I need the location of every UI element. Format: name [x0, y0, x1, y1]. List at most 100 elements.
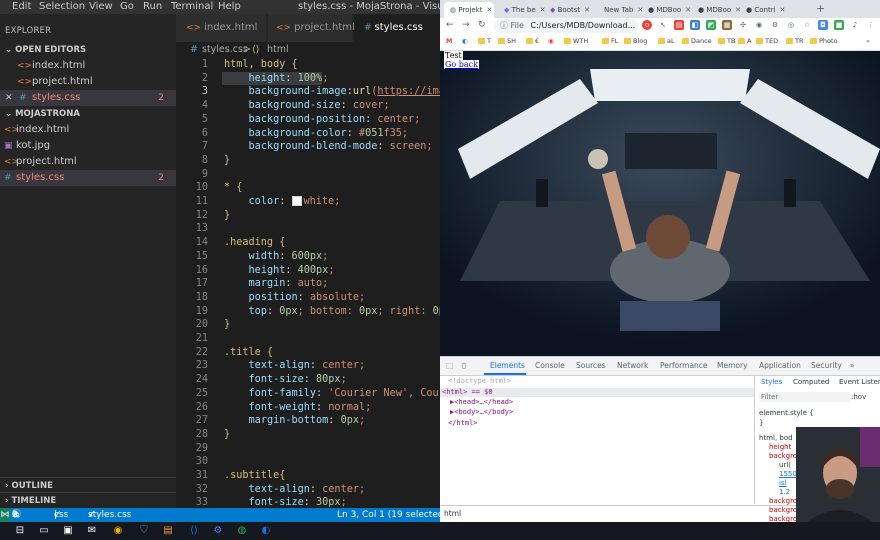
tab-network[interactable]: Network — [617, 361, 648, 370]
tab-event-listeners[interactable]: Event Listen — [839, 378, 880, 386]
project-section[interactable]: ⌄ MOJASTRONA — [0, 106, 176, 122]
browser-tab-2[interactable]: ◆ The be ✕ — [498, 2, 546, 18]
bookmark-red-icon[interactable]: ◉ — [548, 37, 554, 45]
tab-elements[interactable]: Elements — [490, 361, 525, 370]
music-extension-icon[interactable]: ♪ — [850, 20, 860, 30]
star-extension-icon[interactable]: ☆ — [802, 20, 812, 30]
bookmark-folder-2[interactable]: SH — [498, 37, 516, 45]
file-index-html[interactable]: <> index.html — [0, 122, 176, 138]
vscode-taskbar-icon[interactable]: ⟨⟩ — [188, 525, 200, 537]
close-tab-icon[interactable]: ✕ — [780, 6, 786, 14]
menu-terminal[interactable]: Terminal — [171, 1, 213, 12]
open-editor-styles-css[interactable]: ✕ # styles.css 2 — [0, 90, 176, 106]
bookmark-folder-11[interactable]: TED — [756, 37, 778, 45]
tab-application[interactable]: Application — [759, 361, 801, 370]
tab-project-html[interactable]: <> project.html — [268, 14, 355, 42]
tab-styles[interactable]: Styles — [761, 378, 782, 386]
shield-icon[interactable]: ⛉ — [138, 525, 150, 537]
green-app-icon[interactable]: ◍ — [236, 525, 248, 537]
puzzle-extension-icon[interactable]: ✣ — [738, 20, 748, 30]
bookmark-folder-7[interactable]: aL — [658, 37, 675, 45]
go-back-link[interactable]: Go back — [444, 60, 479, 69]
tab-console[interactable]: Console — [535, 361, 565, 370]
hover-state-toggle[interactable]: :hov — [851, 393, 866, 401]
dom-tree[interactable]: <!doctype html> <html> == $0 ▶<head>…</h… — [440, 376, 754, 504]
profile-extension-icon[interactable]: ◘ — [818, 20, 828, 30]
brown-extension-icon[interactable]: ▦ — [722, 20, 732, 30]
css-property[interactable]: backgro — [769, 452, 797, 460]
file-styles-css[interactable]: # styles.css 2 — [0, 170, 176, 186]
bookmark-folder-3[interactable]: € — [526, 37, 539, 45]
camera-extension-icon[interactable]: ◉ — [754, 20, 764, 30]
dom-html-close[interactable]: </html> — [448, 419, 478, 427]
gear-extension-icon[interactable]: ⚙ — [770, 20, 780, 30]
dom-head-node[interactable]: ▶<head>…</head> — [450, 398, 513, 406]
tab-security[interactable]: Security — [811, 361, 842, 370]
tab-sources[interactable]: Sources — [576, 361, 606, 370]
new-tab-button[interactable]: + — [816, 2, 825, 15]
device-toolbar-icon[interactable]: ▯ — [462, 361, 466, 370]
browser-tab-3[interactable]: ◆ Bootst ✕ — [544, 2, 590, 18]
css-check-item[interactable]: ✓ css | — [54, 508, 68, 522]
dom-doctype[interactable]: <!doctype html> — [448, 377, 511, 385]
bookmark-folder-12[interactable]: TR — [786, 37, 804, 45]
gmail-icon[interactable]: M — [446, 37, 452, 45]
css-value-link[interactable]: isl — [779, 479, 787, 487]
bookmark-folder-9[interactable]: TB — [718, 37, 735, 45]
cursor-position[interactable]: Ln 3, Col 1 (19 selected) — [337, 508, 440, 522]
menu-edit[interactable]: Edit — [12, 1, 31, 12]
close-tab-icon[interactable]: ✕ — [487, 6, 493, 14]
bookmark-folder-5[interactable]: FL — [602, 37, 618, 45]
blue-extension-icon[interactable]: ◧ — [690, 20, 700, 30]
eye-extension-icon[interactable]: ◎ — [786, 20, 796, 30]
bookmark-folder-13[interactable]: Photo — [810, 37, 838, 45]
css-value-link[interactable]: 1550 — [779, 470, 797, 478]
forward-icon[interactable]: → — [462, 20, 470, 30]
bookmark-folder-10[interactable]: A — [738, 37, 751, 45]
close-icon[interactable]: ✕ — [5, 90, 13, 106]
tab-styles-css[interactable]: # styles.css — [354, 14, 440, 42]
bookmark-folder-6[interactable]: Blog — [624, 37, 647, 45]
tab-memory[interactable]: Memory — [717, 361, 748, 370]
mail-icon[interactable]: ✉ — [86, 525, 98, 537]
menu-dots-icon[interactable]: ⋮ — [866, 20, 876, 30]
more-bookmarks-icon[interactable]: » — [866, 37, 870, 45]
chrome-taskbar-icon[interactable]: ◉ — [112, 525, 124, 537]
more-tabs-icon[interactable]: » — [850, 361, 855, 370]
timeline-section[interactable]: › TIMELINE — [0, 492, 176, 509]
archive-icon[interactable]: ▤ — [162, 525, 174, 537]
browser-tab-5[interactable]: ● MDBoo ✕ — [642, 2, 691, 18]
task-view-icon[interactable]: ⊟ — [14, 525, 26, 537]
bookmark-icon[interactable]: ◐ — [462, 37, 468, 45]
store-icon[interactable]: ▣ — [62, 525, 74, 537]
remote-icon[interactable]: ⋈ — [0, 508, 10, 522]
breadcrumb-symbol[interactable]: html — [267, 42, 289, 58]
rule-selector[interactable]: html, bod — [759, 434, 793, 442]
browser-tab-6[interactable]: ● MDBoo ✕ — [692, 2, 741, 18]
file-project-html[interactable]: <> project.html — [0, 154, 176, 170]
close-tab-icon[interactable]: ✕ — [685, 6, 691, 14]
back-icon[interactable]: ← — [446, 20, 454, 30]
menu-selection[interactable]: Selection — [39, 1, 85, 12]
bookmark-folder-8[interactable]: Dance — [682, 37, 712, 45]
open-editors-section[interactable]: ⌄ OPEN EDITORS — [0, 42, 176, 58]
address-bar[interactable]: ⓘ File C:/Users/MDB/Download... — [494, 19, 638, 33]
green-extension-icon[interactable]: ◩ — [706, 20, 716, 30]
opera-extension-icon[interactable]: o — [642, 20, 652, 30]
menu-view[interactable]: View — [89, 1, 113, 12]
code-editor[interactable]: 1 2 3 4 5 6 7 8 9 10 11 12 13 14 15 16 17 18 19 20 21 22 23 24 2… — [176, 58, 440, 508]
file-explorer-icon[interactable]: ▭ — [38, 525, 50, 537]
settings-icon[interactable]: ⚙ — [212, 525, 224, 537]
tab-index-html[interactable]: <> index.html — [176, 14, 266, 42]
menu-run[interactable]: Run — [143, 1, 162, 12]
css-property[interactable]: backgro — [769, 497, 797, 505]
tab-performance[interactable]: Performance — [660, 361, 708, 370]
cursor-extension-icon[interactable]: ↖ — [658, 20, 668, 30]
blue-app-icon[interactable]: ◐ — [260, 525, 272, 537]
menu-help[interactable]: Help — [218, 1, 241, 12]
browser-tab-projekt[interactable]: ◍ Projekt ✕ — [444, 2, 494, 18]
green-square-extension-icon[interactable]: ■ — [834, 20, 844, 30]
menu-go[interactable]: Go — [120, 1, 134, 12]
inspect-element-icon[interactable]: ⬚ — [446, 361, 453, 370]
breadcrumb-file[interactable]: styles.css — [202, 42, 248, 58]
